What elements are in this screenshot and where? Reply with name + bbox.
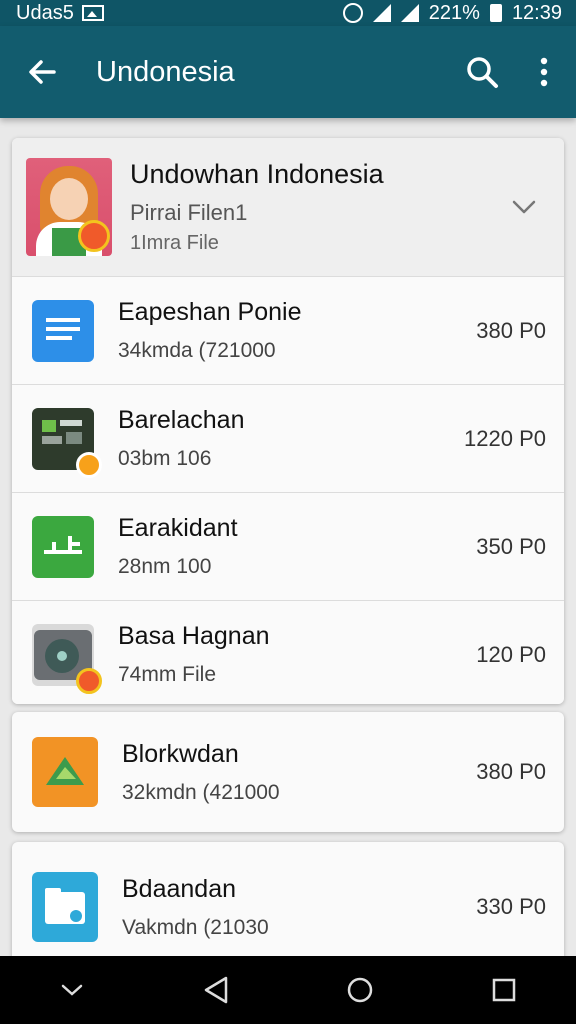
more-vert-icon	[540, 57, 548, 87]
list-item-title: Barelachan	[118, 406, 245, 434]
card-item-price: 380 P0	[476, 759, 546, 784]
image-notification-icon	[81, 5, 104, 21]
list-item-text: Basa Hagnan 74mm File	[118, 622, 476, 687]
status-bar: Udas5 221% 12:39	[0, 0, 576, 26]
list-item-price: 380 P0	[476, 317, 546, 343]
list-item-text: Earakidant 28nm 100	[118, 514, 476, 579]
avatar-face	[50, 178, 88, 220]
page-title: Undonesia	[96, 55, 235, 88]
system-nav-bar	[0, 956, 576, 1024]
list-item-price: 350 P0	[476, 533, 546, 559]
nav-back-icon	[204, 976, 228, 1004]
card-item-price: 330 P0	[476, 894, 546, 919]
folder-icon	[32, 872, 98, 942]
list-item-subtitle: 03bm 106	[118, 447, 212, 470]
disc-icon	[32, 623, 102, 694]
badge-icon	[78, 220, 110, 252]
list-item-price: 120 P0	[476, 641, 546, 667]
badge-icon	[76, 451, 102, 478]
status-carrier: Udas5	[16, 1, 74, 24]
list-item[interactable]: Earakidant 28nm 100 350 P0	[12, 492, 564, 600]
chart-icon-glyph	[44, 535, 82, 554]
list-doc-icon-glyph	[46, 317, 80, 340]
header-subtitle: Pirrai Filen1	[130, 200, 248, 225]
more-options-button[interactable]	[530, 50, 558, 94]
nav-recents-icon	[492, 978, 516, 1002]
panel-icon	[32, 407, 102, 478]
back-button[interactable]	[22, 52, 62, 92]
avatar	[26, 158, 112, 256]
header-meta: 1Imra File	[130, 232, 219, 254]
alarm-icon	[342, 3, 363, 23]
nav-home-button[interactable]	[330, 965, 390, 1015]
list-item-subtitle: 28nm 100	[118, 555, 212, 578]
card-item-subtitle: 32kmdn (421000	[122, 780, 280, 804]
list-item-title: Basa Hagnan	[118, 622, 270, 650]
list-item-title: Earakidant	[118, 514, 238, 542]
card-item-text: Blorkwdan 32kmdn (421000	[122, 740, 476, 805]
battery-percent: 221%	[428, 1, 480, 24]
item-card: Bdaandan Vakmdn (21030 330 P0	[12, 842, 564, 972]
header-text: Undowhan Indonesia Pirrai Filen1 1Imra F…	[130, 159, 506, 255]
list-item-title: Eapeshan Ponie	[118, 298, 302, 326]
status-time: 12:39	[511, 1, 562, 24]
battery-icon	[489, 4, 502, 22]
wifi-signal-icon	[372, 4, 391, 22]
expand-button[interactable]	[506, 189, 542, 225]
status-right: 221% 12:39	[342, 1, 562, 25]
card-item[interactable]: Bdaandan Vakmdn (21030 330 P0	[12, 842, 564, 972]
nav-home-icon	[347, 977, 373, 1003]
header-title: Undowhan Indonesia	[130, 159, 384, 189]
list-item-text: Eapeshan Ponie 34kmda (721000	[118, 298, 476, 363]
folder-icon-glyph	[45, 888, 85, 924]
card-item[interactable]: Blorkwdan 32kmdn (421000 380 P0	[12, 712, 564, 832]
nav-recents-button[interactable]	[474, 965, 534, 1015]
card-item-text: Bdaandan Vakmdn (21030	[122, 875, 476, 940]
list-item[interactable]: Barelachan 03bm 106 1220 P0	[12, 384, 564, 492]
list-item-text: Barelachan 03bm 106	[118, 406, 464, 471]
orange-app-icon-glyph	[46, 757, 84, 785]
search-icon	[467, 57, 498, 88]
list-item[interactable]: Basa Hagnan 74mm File 120 P0	[12, 600, 564, 704]
status-left: Udas5	[16, 2, 104, 25]
list-item-subtitle: 74mm File	[118, 663, 217, 686]
nav-hide-keyboard-button[interactable]	[42, 965, 102, 1015]
list-item-price: 1220 P0	[464, 425, 546, 451]
badge-icon	[76, 667, 102, 694]
cell-signal-icon	[400, 4, 419, 22]
back-arrow-icon	[29, 60, 56, 84]
card-item-title: Bdaandan	[122, 874, 237, 903]
item-card: Blorkwdan 32kmdn (421000 380 P0	[12, 712, 564, 832]
main-card: Undowhan Indonesia Pirrai Filen1 1Imra F…	[12, 138, 564, 704]
list-item-subtitle: 34kmda (721000	[118, 339, 276, 362]
list-item[interactable]: Eapeshan Ponie 34kmda (721000 380 P0	[12, 276, 564, 384]
search-button[interactable]	[460, 50, 504, 94]
card-item-subtitle: Vakmdn (21030	[122, 915, 269, 939]
group-header[interactable]: Undowhan Indonesia Pirrai Filen1 1Imra F…	[12, 138, 564, 276]
card-item-title: Blorkwdan	[122, 739, 239, 768]
chart-icon	[32, 515, 94, 578]
nav-back-button[interactable]	[186, 965, 246, 1015]
app-bar: Undonesia	[0, 26, 576, 118]
chevron-down-icon	[512, 200, 536, 214]
nav-down-icon	[61, 984, 83, 996]
orange-app-icon	[32, 737, 98, 807]
list-doc-icon	[32, 299, 94, 362]
